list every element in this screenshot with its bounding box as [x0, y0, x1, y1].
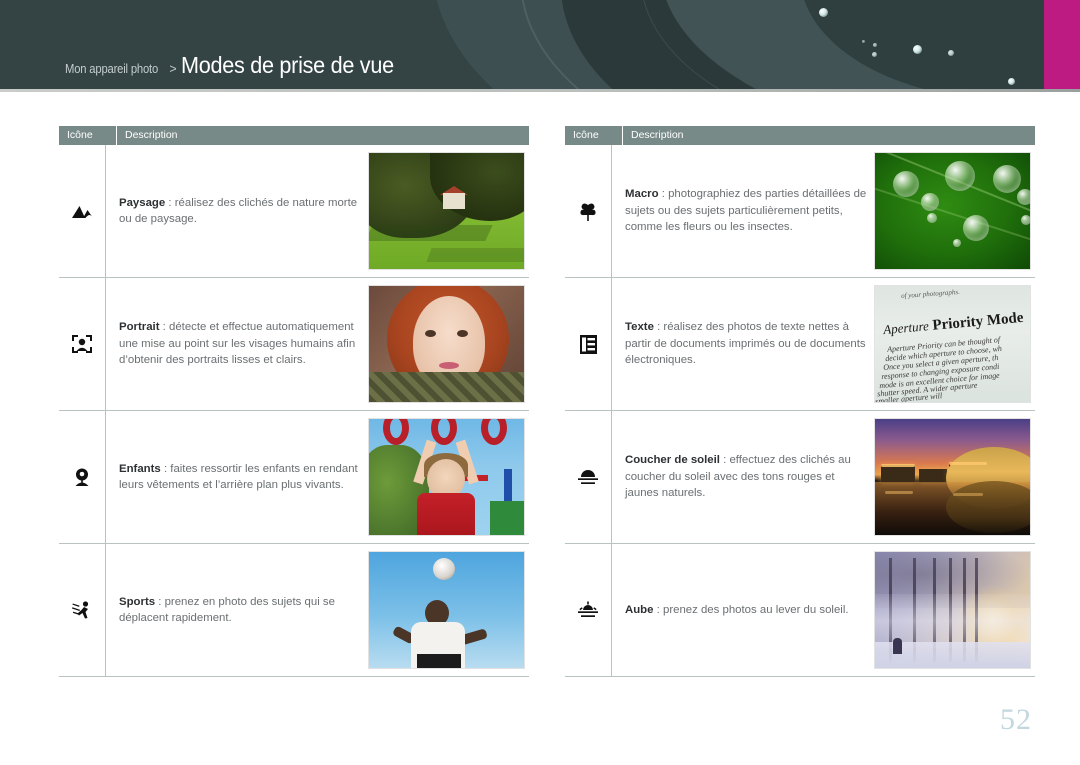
colon: : [160, 462, 171, 475]
table-header-row: Icône Description [565, 126, 1035, 145]
mode-description: Aube : prenez des photos au lever du sol… [625, 602, 870, 618]
photo-cell [368, 278, 529, 410]
shooting-modes-table-left: Icône Description Paysage : réalisez des… [59, 126, 529, 677]
colon: : [165, 196, 175, 209]
text-document-icon [579, 334, 597, 354]
table-row: Portrait : détecte et effectue automatiq… [59, 278, 529, 411]
header-magenta-accent [1044, 0, 1080, 92]
photo-text-heading: Aperture Priority Mode [883, 310, 1025, 339]
table-row: Sports : prenez en photo des sujets qui … [59, 544, 529, 677]
landscape-lawn-trees-house-photo [368, 152, 525, 270]
table-row: Enfants : faites ressortir les enfants e… [59, 411, 529, 544]
soccer-player-heading-ball-photo [368, 551, 525, 669]
portrait-face-detect-icon [72, 335, 92, 353]
mode-term: Coucher de soleil [625, 454, 720, 467]
children-icon [72, 467, 92, 487]
table-row: Macro : photographiez des parties détail… [565, 145, 1035, 278]
bokeh-dot [873, 43, 877, 47]
mode-term: Texte [625, 321, 654, 334]
page-number: 52 [1000, 703, 1032, 736]
mode-term: Macro [625, 188, 659, 201]
shooting-modes-table-right: Icône Description Macro : photographiez … [565, 126, 1035, 677]
bokeh-dot [862, 40, 865, 43]
page-header: Mon appareil photo > Modes de prise de v… [0, 0, 1080, 92]
icon-cell [59, 278, 106, 410]
colon: : [653, 603, 663, 616]
photo-text-top-line: of your photographs. [900, 287, 961, 301]
mode-term: Aube [625, 603, 654, 616]
description-cell: Enfants : faites ressortir les enfants e… [106, 411, 368, 543]
photo-heading-bold: Priority Mode [931, 309, 1025, 334]
landscape-mountain-icon [71, 204, 93, 219]
mode-term: Enfants [119, 462, 161, 475]
description-cell: Aube : prenez des photos au lever du sol… [612, 544, 874, 676]
icon-cell [565, 278, 612, 410]
header-bottom-rule [0, 89, 1080, 92]
mode-description: Paysage : réalisez des clichés de nature… [119, 195, 364, 228]
description-cell: Portrait : détecte et effectue automatiq… [106, 278, 368, 410]
water-droplets-on-green-leaf-photo [874, 152, 1031, 270]
column-header-icon: Icône [59, 126, 117, 145]
breadcrumb-parent[interactable]: Mon appareil photo [65, 62, 158, 76]
bokeh-dot [913, 45, 922, 54]
breadcrumb: Mon appareil photo > Modes de prise de v… [65, 52, 407, 79]
sunset-city-dome-reflection-photo [874, 418, 1031, 536]
description-cell: Coucher de soleil : effectuez des cliché… [612, 411, 874, 543]
description-cell: Paysage : réalisez des clichés de nature… [106, 145, 368, 277]
photo-cell [368, 411, 529, 543]
photo-cell [874, 145, 1035, 277]
column-header-description: Description [125, 129, 178, 141]
bokeh-dot [819, 8, 828, 17]
bokeh-dot [872, 52, 877, 57]
icon-cell [565, 145, 612, 277]
table-header-row: Icône Description [59, 126, 529, 145]
mode-term: Paysage [119, 196, 166, 209]
table-row: Coucher de soleil : effectuez des cliché… [565, 411, 1035, 544]
child-on-playground-rings-photo [368, 418, 525, 536]
mode-description: Coucher de soleil : effectuez des cliché… [625, 452, 870, 501]
icon-cell [59, 145, 106, 277]
icon-cell [565, 411, 612, 543]
breadcrumb-separator: > [169, 62, 177, 76]
bokeh-dot [948, 50, 954, 56]
mode-description: Sports : prenez en photo des sujets qui … [119, 594, 364, 627]
mode-description: Texte : réalisez des photos de texte net… [625, 319, 870, 368]
misty-winter-dawn-trees-photo [874, 551, 1031, 669]
colon: : [159, 321, 170, 334]
sunset-icon [577, 469, 599, 486]
printed-book-page-photo: of your photographs. Aperture Priority M… [874, 285, 1031, 403]
colon: : [653, 321, 664, 334]
table-row: Texte : réalisez des photos de texte net… [565, 278, 1035, 411]
mode-description: Portrait : détecte et effectue automatiq… [119, 319, 364, 368]
page-title: Modes de prise de vue [180, 52, 394, 78]
table-row: Paysage : réalisez des clichés de nature… [59, 145, 529, 278]
photo-cell [874, 411, 1035, 543]
column-header-description: Description [631, 129, 684, 141]
description-cell: Macro : photographiez des parties détail… [612, 145, 874, 277]
photo-heading-italic: Aperture [882, 318, 930, 338]
description-cell: Texte : réalisez des photos de texte net… [612, 278, 874, 410]
mode-term: Portrait [119, 321, 160, 334]
colon: : [155, 595, 165, 608]
table-row: Aube : prenez des photos au lever du sol… [565, 544, 1035, 677]
portrait-red-haired-girl-photo [368, 285, 525, 403]
mode-description: Enfants : faites ressortir les enfants e… [119, 461, 364, 494]
mode-description: Macro : photographiez des parties détail… [625, 186, 870, 235]
description-cell: Sports : prenez en photo des sujets qui … [106, 544, 368, 676]
dawn-sunrise-icon [577, 601, 599, 619]
sports-running-icon [71, 600, 93, 620]
icon-cell [59, 411, 106, 543]
colon: : [658, 188, 669, 201]
photo-cell [368, 544, 529, 676]
icon-cell [59, 544, 106, 676]
icon-cell [565, 544, 612, 676]
photo-cell [368, 145, 529, 277]
column-header-icon: Icône [565, 126, 623, 145]
macro-flower-icon [578, 202, 598, 221]
mode-detail: prenez des photos au lever du soleil. [662, 603, 849, 616]
photo-cell: of your photographs. Aperture Priority M… [874, 278, 1035, 410]
mode-term: Sports [119, 595, 156, 608]
photo-cell [874, 544, 1035, 676]
bokeh-dot [1008, 78, 1015, 85]
